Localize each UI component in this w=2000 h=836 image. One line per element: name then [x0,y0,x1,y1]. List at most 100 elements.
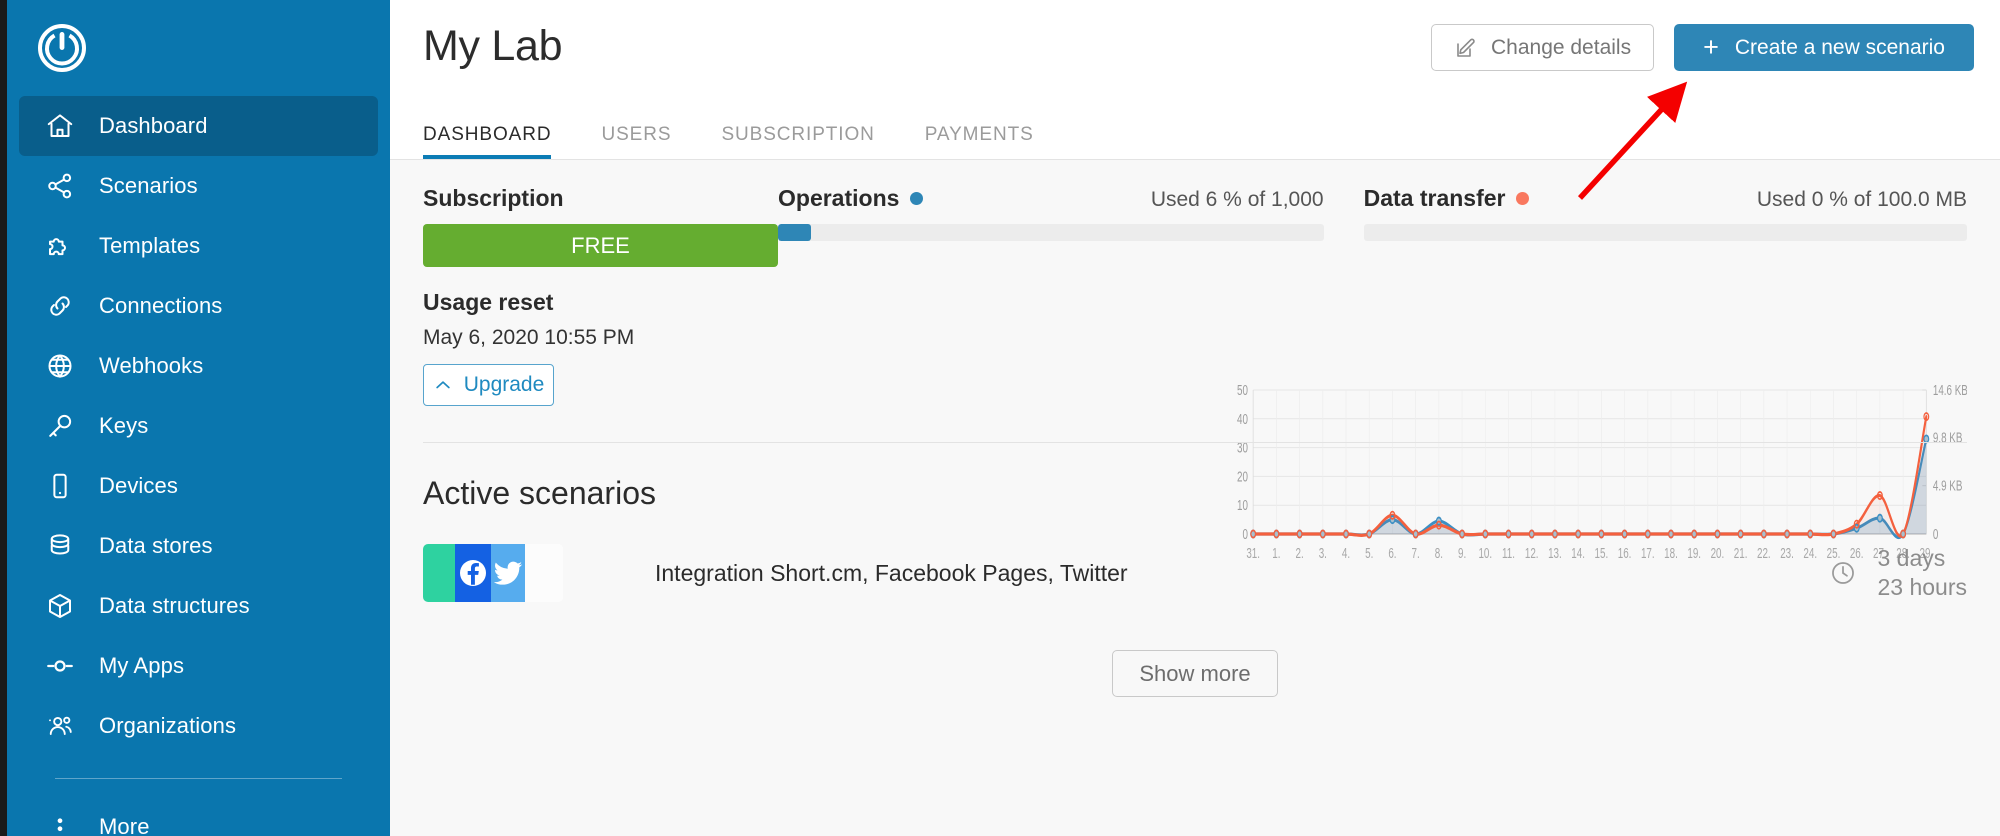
twitter-icon [491,544,525,602]
tab-label: DASHBOARD [423,124,551,145]
subscription-panel: Subscription FREE Usage reset May 6, 202… [423,185,778,406]
sidebar-item-scenarios[interactable]: Scenarios [19,156,378,216]
y-axis-left-tick: 40 [1237,411,1248,428]
runtime-hours: 23 hours [1877,573,1967,602]
operations-title: Operations [778,185,899,212]
tab-label: USERS [601,124,671,145]
tab-bar: DASHBOARD USERS SUBSCRIPTION PAYMENTS [423,124,1084,160]
mobile-device-icon [43,469,77,503]
plan-badge[interactable]: FREE [423,224,778,267]
sidebar-item-dashboard[interactable]: Dashboard [19,96,378,156]
y-axis-left-tick: 20 [1237,468,1248,485]
scenario-icon-spacer [525,544,563,602]
data-transfer-header: Data transfer Used 0 % of 100.0 MB [1364,185,1967,212]
y-axis-left-tick: 10 [1237,497,1248,514]
tab-users[interactable]: USERS [601,124,671,160]
operations-header: Operations Used 6 % of 1,000 [778,185,1324,212]
operations-title-wrap: Operations [778,185,923,212]
data-transfer-used-text: Used 0 % of 100.0 MB [1757,188,1967,212]
sidebar-item-label: Dashboard [99,113,208,139]
y-axis-right-tick: 9.8 KB [1933,429,1963,446]
home-icon [43,109,77,143]
sidebar-item-label: My Apps [99,653,184,679]
sidebar-item-label: Organizations [99,713,236,739]
operations-progress-fill [778,224,811,241]
show-more-wrap: Show more [390,650,2000,697]
page-title: My Lab [423,22,562,71]
sidebar-item-data-stores[interactable]: Data stores [19,516,378,576]
sidebar-divider [55,778,342,779]
sidebar-item-label: Webhooks [99,353,203,379]
sidebar-item-label: Templates [99,233,200,259]
node-circle-icon [43,649,77,683]
subscription-title: Subscription [423,185,778,212]
scenario-app-icons [423,544,563,602]
facebook-icon [455,544,491,602]
page-scrollbar[interactable] [0,0,7,836]
y-axis-left-tick: 50 [1237,382,1248,399]
tab-label: PAYMENTS [925,124,1034,145]
app-root: Dashboard Scenarios Templates [0,0,2000,836]
scenario-list-item[interactable]: Integration Short.cm, Facebook Pages, Tw… [423,528,1967,618]
sidebar-item-label: More [99,814,150,836]
shortcm-app-icon [423,544,455,602]
create-a-new-scenario-button[interactable]: + Create a new scenario [1674,24,1974,71]
sidebar-item-keys[interactable]: Keys [19,396,378,456]
operations-progress-bar [778,224,1324,241]
show-more-button[interactable]: Show more [1112,650,1277,697]
operations-used-text: Used 6 % of 1,000 [1151,188,1324,212]
data-transfer-title: Data transfer [1364,185,1506,212]
usage-reset-value: May 6, 2020 10:55 PM [423,326,778,350]
sidebar-item-connections[interactable]: Connections [19,276,378,336]
integromat-power-logo-icon [37,23,87,73]
sidebar-item-label: Data structures [99,593,250,619]
active-scenarios-title: Active scenarios [423,475,656,512]
sidebar-item-webhooks[interactable]: Webhooks [19,336,378,396]
tab-dashboard[interactable]: DASHBOARD [423,124,551,160]
cube-icon [43,589,77,623]
sidebar-item-label: Connections [99,293,222,319]
data-transfer-title-wrap: Data transfer [1364,185,1530,212]
sidebar-item-organizations[interactable]: Organizations [19,696,378,756]
database-icon [43,529,77,563]
puzzle-piece-icon [43,229,77,263]
scenario-runtime-text: 3 days 23 hours [1877,544,1967,603]
app-logo[interactable] [7,0,390,96]
change-details-button[interactable]: Change details [1431,24,1654,71]
sidebar-item-devices[interactable]: Devices [19,456,378,516]
people-group-icon [43,709,77,743]
main-area: My Lab Change details + Create a new sce… [390,0,2000,836]
tab-label: SUBSCRIPTION [721,124,874,145]
sidebar-item-templates[interactable]: Templates [19,216,378,276]
upgrade-button[interactable]: Upgrade [423,364,554,406]
sidebar-item-my-apps[interactable]: My Apps [19,636,378,696]
vertical-dots-icon [43,810,77,836]
change-details-label: Change details [1491,36,1631,60]
tab-payments[interactable]: PAYMENTS [925,124,1034,160]
sidebar-nav: Dashboard Scenarios Templates [7,96,390,836]
header-actions: Change details + Create a new scenario [1431,24,1974,71]
page-scrollbar-thumb[interactable] [0,0,7,836]
globe-icon [43,349,77,383]
page-header: My Lab Change details + Create a new sce… [390,0,2000,160]
sidebar-item-data-structures[interactable]: Data structures [19,576,378,636]
scenario-name: Integration Short.cm, Facebook Pages, Tw… [655,560,1128,587]
data-point [1878,515,1883,522]
plus-icon: + [1703,34,1719,61]
edit-pencil-square-icon [1454,36,1478,60]
sidebar-item-label: Data stores [99,533,213,559]
tab-subscription[interactable]: SUBSCRIPTION [721,124,874,160]
dashboard-content: Subscription FREE Usage reset May 6, 202… [390,160,2000,836]
blue-legend-dot-icon [910,192,923,205]
data-transfer-progress-bar [1364,224,1967,241]
sidebar-item-label: Scenarios [99,173,198,199]
create-scenario-label: Create a new scenario [1735,36,1945,60]
share-nodes-icon [43,169,77,203]
key-icon [43,409,77,443]
sidebar-item-more[interactable]: More [19,797,378,836]
y-axis-right-tick: 14.6 KB [1933,382,1967,399]
upgrade-label: Upgrade [464,373,545,397]
summary-panels: Subscription FREE Usage reset May 6, 202… [390,160,2000,406]
clock-icon [1829,559,1857,587]
usage-reset-label: Usage reset [423,289,778,316]
